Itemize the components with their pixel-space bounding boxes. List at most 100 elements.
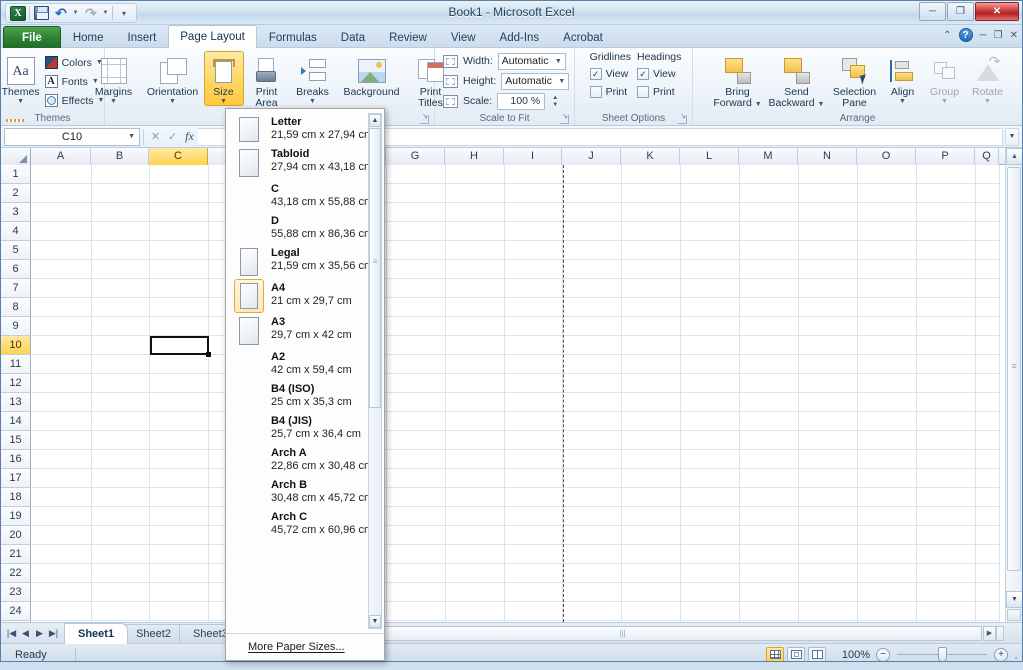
cell-N21[interactable] bbox=[799, 545, 858, 564]
cell-M13[interactable] bbox=[740, 393, 799, 412]
page-setup-dialog-launcher-icon[interactable]: ↘ bbox=[420, 113, 429, 124]
undo-dropdown-icon[interactable]: ▼ bbox=[72, 5, 80, 22]
cell-N2[interactable] bbox=[799, 184, 858, 203]
horizontal-split-handle-right[interactable] bbox=[996, 625, 1004, 641]
workbook-close-icon[interactable]: ✕ bbox=[1010, 30, 1018, 41]
cell-L9[interactable] bbox=[681, 317, 740, 336]
send-backward-button[interactable]: Send Backward ▼ bbox=[766, 51, 828, 110]
cell-A20[interactable] bbox=[32, 526, 92, 545]
cell-A6[interactable] bbox=[32, 260, 92, 279]
row-header-19[interactable]: 19 bbox=[1, 507, 30, 526]
cell-H15[interactable] bbox=[446, 431, 505, 450]
cell-L23[interactable] bbox=[681, 583, 740, 602]
scale-value-input[interactable]: 100 % bbox=[497, 92, 546, 110]
cell-K2[interactable] bbox=[622, 184, 681, 203]
cell-J16[interactable] bbox=[563, 450, 622, 469]
cell-N22[interactable] bbox=[799, 564, 858, 583]
cell-M14[interactable] bbox=[740, 412, 799, 431]
cell-M20[interactable] bbox=[740, 526, 799, 545]
cell-C22[interactable] bbox=[150, 564, 209, 583]
cell-B19[interactable] bbox=[92, 507, 150, 526]
paper-size-item-c[interactable]: C 43,18 cm x 55,88 cm bbox=[226, 180, 384, 212]
cell-B9[interactable] bbox=[92, 317, 150, 336]
cell-H4[interactable] bbox=[446, 222, 505, 241]
cell-B18[interactable] bbox=[92, 488, 150, 507]
cell-Q6[interactable] bbox=[976, 260, 1000, 279]
cell-Q20[interactable] bbox=[976, 526, 1000, 545]
sheet-tab-sheet2[interactable]: Sheet2 bbox=[122, 623, 185, 643]
cell-G9[interactable] bbox=[387, 317, 446, 336]
cell-G24[interactable] bbox=[387, 602, 446, 621]
cell-I3[interactable] bbox=[505, 203, 563, 222]
cell-P5[interactable] bbox=[917, 241, 976, 260]
tab-add-ins[interactable]: Add-Ins bbox=[488, 27, 552, 48]
table-row[interactable] bbox=[32, 355, 1005, 374]
cell-L4[interactable] bbox=[681, 222, 740, 241]
cell-G2[interactable] bbox=[387, 184, 446, 203]
cell-C2[interactable] bbox=[150, 184, 209, 203]
column-header-b[interactable]: B bbox=[91, 148, 149, 165]
cell-K10[interactable] bbox=[622, 336, 681, 355]
cell-O8[interactable] bbox=[858, 298, 917, 317]
cell-L21[interactable] bbox=[681, 545, 740, 564]
cell-L6[interactable] bbox=[681, 260, 740, 279]
cell-B17[interactable] bbox=[92, 469, 150, 488]
cell-B10[interactable] bbox=[92, 336, 150, 355]
window-controls[interactable]: ─ ❐ ✕ bbox=[919, 2, 1019, 21]
normal-view-icon[interactable] bbox=[766, 646, 784, 661]
background-button[interactable]: Background bbox=[336, 51, 408, 99]
row-header-11[interactable]: 11 bbox=[1, 355, 30, 374]
cell-K7[interactable] bbox=[622, 279, 681, 298]
paper-size-item-b4-jis[interactable]: B4 (JIS) 25,7 cm x 36,4 cm bbox=[226, 412, 384, 444]
cell-M11[interactable] bbox=[740, 355, 799, 374]
chevron-down-icon[interactable]: ▼ bbox=[558, 78, 565, 85]
cell-C17[interactable] bbox=[150, 469, 209, 488]
table-row[interactable] bbox=[32, 507, 1005, 526]
cell-B16[interactable] bbox=[92, 450, 150, 469]
cell-N10[interactable] bbox=[799, 336, 858, 355]
cell-M21[interactable] bbox=[740, 545, 799, 564]
gridlines-print-checkbox-row[interactable]: Print bbox=[589, 83, 631, 101]
table-row[interactable] bbox=[32, 241, 1005, 260]
scale-row[interactable]: Scale: 100 % ▲ ▼ bbox=[443, 91, 558, 111]
cell-B1[interactable] bbox=[92, 165, 150, 184]
cell-L19[interactable] bbox=[681, 507, 740, 526]
cell-P1[interactable] bbox=[917, 165, 976, 184]
table-row[interactable] bbox=[32, 317, 1005, 336]
cell-G6[interactable] bbox=[387, 260, 446, 279]
cell-B23[interactable] bbox=[92, 583, 150, 602]
cell-G11[interactable] bbox=[387, 355, 446, 374]
zoom-thumb[interactable] bbox=[938, 647, 947, 661]
cell-area[interactable] bbox=[32, 165, 1005, 622]
cell-G20[interactable] bbox=[387, 526, 446, 545]
cell-I13[interactable] bbox=[505, 393, 563, 412]
cell-N1[interactable] bbox=[799, 165, 858, 184]
cell-J5[interactable] bbox=[563, 241, 622, 260]
help-icon[interactable]: ? bbox=[958, 28, 973, 42]
themes-button[interactable]: Aa Themes ▼ bbox=[1, 51, 43, 106]
cell-A21[interactable] bbox=[32, 545, 92, 564]
cell-C3[interactable] bbox=[150, 203, 209, 222]
height-row[interactable]: Height: Automatic ▼ bbox=[443, 71, 570, 91]
cell-H6[interactable] bbox=[446, 260, 505, 279]
cell-L11[interactable] bbox=[681, 355, 740, 374]
gridlines-view-checkbox-row[interactable]: ✓ View bbox=[589, 65, 631, 83]
cell-P2[interactable] bbox=[917, 184, 976, 203]
column-header-o[interactable]: O bbox=[857, 148, 916, 165]
cell-C4[interactable] bbox=[150, 222, 209, 241]
cell-C6[interactable] bbox=[150, 260, 209, 279]
cell-P22[interactable] bbox=[917, 564, 976, 583]
cell-P21[interactable] bbox=[917, 545, 976, 564]
cell-B7[interactable] bbox=[92, 279, 150, 298]
cell-A22[interactable] bbox=[32, 564, 92, 583]
cell-H20[interactable] bbox=[446, 526, 505, 545]
scroll-right-icon[interactable]: ▶ bbox=[983, 625, 996, 641]
cell-H14[interactable] bbox=[446, 412, 505, 431]
cell-O20[interactable] bbox=[858, 526, 917, 545]
row-header-7[interactable]: 7 bbox=[1, 279, 30, 298]
cell-M5[interactable] bbox=[740, 241, 799, 260]
cell-P11[interactable] bbox=[917, 355, 976, 374]
cell-Q4[interactable] bbox=[976, 222, 1000, 241]
cell-K11[interactable] bbox=[622, 355, 681, 374]
table-row[interactable] bbox=[32, 545, 1005, 564]
